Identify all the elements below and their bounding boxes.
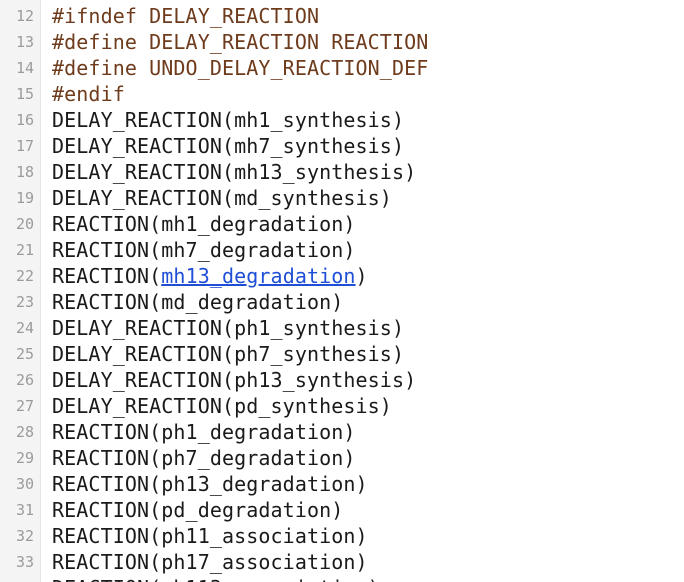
line-number: 13 bbox=[15, 33, 34, 51]
code-text: DEACTION(ph113_association) bbox=[52, 575, 380, 582]
preprocessor-directive: #endif bbox=[52, 82, 125, 106]
line-number: 31 bbox=[15, 501, 34, 519]
code-line[interactable]: 24 DELAY_REACTION(ph1_synthesis) bbox=[0, 315, 684, 341]
code-line[interactable]: 31 REACTION(pd_degradation) bbox=[0, 497, 684, 523]
code-text: REACTION(ph7_degradation) bbox=[52, 446, 356, 470]
code-text: DELAY_REACTION(mh7_synthesis) bbox=[52, 134, 405, 158]
line-number: 14 bbox=[15, 59, 34, 77]
code-line[interactable]: 16 DELAY_REACTION(mh1_synthesis) bbox=[0, 107, 684, 133]
line-number: 21 bbox=[15, 241, 34, 259]
code-line[interactable]: 34 DEACTION(ph113_association) bbox=[0, 575, 684, 582]
code-text: DELAY_REACTION(ph1_synthesis) bbox=[52, 316, 405, 340]
preprocessor-directive: #ifndef DELAY_REACTION bbox=[52, 4, 320, 28]
line-number: 17 bbox=[15, 137, 34, 155]
code-text: REACTION(mh1_degradation) bbox=[52, 212, 356, 236]
line-number: 28 bbox=[15, 423, 34, 441]
line-number: 26 bbox=[15, 371, 34, 389]
code-line[interactable]: 32 REACTION(ph11_association) bbox=[0, 523, 684, 549]
code-text: REACTION(mh13_degradation) bbox=[52, 263, 368, 289]
code-text: DELAY_REACTION(mh13_synthesis) bbox=[52, 160, 417, 184]
code-lines: 12 #ifndef DELAY_REACTION 13 #define DELAY_… bbox=[0, 3, 684, 582]
code-editor[interactable]: 12 #ifndef DELAY_REACTION 13 #define DELAY_… bbox=[0, 0, 684, 582]
code-text: DELAY_REACTION(pd_synthesis) bbox=[52, 394, 392, 418]
code-text: REACTION(pd_degradation) bbox=[52, 498, 344, 522]
line-number: 18 bbox=[15, 163, 34, 181]
code-text: DELAY_REACTION(md_synthesis) bbox=[52, 186, 392, 210]
code-line[interactable]: 30 REACTION(ph13_degradation) bbox=[0, 471, 684, 497]
code-line[interactable]: 18 DELAY_REACTION(mh13_synthesis) bbox=[0, 159, 684, 185]
code-line[interactable]: 15 #endif bbox=[0, 81, 684, 107]
code-line[interactable]: 33 REACTION(ph17_association) bbox=[0, 549, 684, 575]
line-number: 33 bbox=[15, 553, 34, 571]
code-text: REACTION(md_degradation) bbox=[52, 290, 344, 314]
code-line[interactable]: 28 REACTION(ph1_degradation) bbox=[0, 419, 684, 445]
line-number: 20 bbox=[15, 215, 34, 233]
code-line[interactable]: 21 REACTION(mh7_degradation) bbox=[0, 237, 684, 263]
code-text: DELAY_REACTION(ph7_synthesis) bbox=[52, 342, 405, 366]
line-number: 23 bbox=[15, 293, 34, 311]
code-line[interactable]: 29 REACTION(ph7_degradation) bbox=[0, 445, 684, 471]
line-number: 16 bbox=[15, 111, 34, 129]
line-number: 29 bbox=[15, 449, 34, 467]
code-text: DELAY_REACTION(mh1_synthesis) bbox=[52, 108, 405, 132]
code-line[interactable]: 14 #define UNDO_DELAY_REACTION_DEF bbox=[0, 55, 684, 81]
code-line[interactable]: 22 REACTION(mh13_degradation) bbox=[0, 263, 684, 289]
code-line[interactable]: 19 DELAY_REACTION(md_synthesis) bbox=[0, 185, 684, 211]
line-number: 19 bbox=[15, 189, 34, 207]
line-number: 24 bbox=[15, 319, 34, 337]
symbol-link[interactable]: mh13_degradation bbox=[161, 264, 355, 288]
code-line[interactable]: 12 #ifndef DELAY_REACTION bbox=[0, 3, 684, 29]
code-text: REACTION(ph17_association) bbox=[52, 550, 368, 574]
line-number: 27 bbox=[15, 397, 34, 415]
code-text: REACTION(mh7_degradation) bbox=[52, 238, 356, 262]
code-line[interactable]: 26 DELAY_REACTION(ph13_synthesis) bbox=[0, 367, 684, 393]
code-text-suffix: ) bbox=[355, 264, 368, 288]
preprocessor-directive: #define UNDO_DELAY_REACTION_DEF bbox=[52, 56, 429, 80]
preprocessor-directive: #define DELAY_REACTION REACTION bbox=[52, 30, 429, 54]
code-text-prefix: REACTION( bbox=[52, 264, 162, 288]
code-text: REACTION(ph1_degradation) bbox=[52, 420, 356, 444]
code-line[interactable]: 17 DELAY_REACTION(mh7_synthesis) bbox=[0, 133, 684, 159]
line-number: 15 bbox=[15, 85, 34, 103]
code-line[interactable]: 27 DELAY_REACTION(pd_synthesis) bbox=[0, 393, 684, 419]
code-line[interactable]: 13 #define DELAY_REACTION REACTION bbox=[0, 29, 684, 55]
code-text: REACTION(ph11_association) bbox=[52, 524, 368, 548]
line-number: 30 bbox=[15, 475, 34, 493]
line-number: 34 bbox=[0, 575, 34, 582]
code-line[interactable]: 20 REACTION(mh1_degradation) bbox=[0, 211, 684, 237]
line-number: 32 bbox=[15, 527, 34, 545]
line-number: 22 bbox=[15, 267, 34, 285]
code-line[interactable]: 25 DELAY_REACTION(ph7_synthesis) bbox=[0, 341, 684, 367]
line-number: 12 bbox=[15, 7, 34, 25]
line-number: 25 bbox=[15, 345, 34, 363]
code-text: REACTION(ph13_degradation) bbox=[52, 472, 368, 496]
code-text: DELAY_REACTION(ph13_synthesis) bbox=[52, 368, 417, 392]
code-line[interactable]: 23 REACTION(md_degradation) bbox=[0, 289, 684, 315]
